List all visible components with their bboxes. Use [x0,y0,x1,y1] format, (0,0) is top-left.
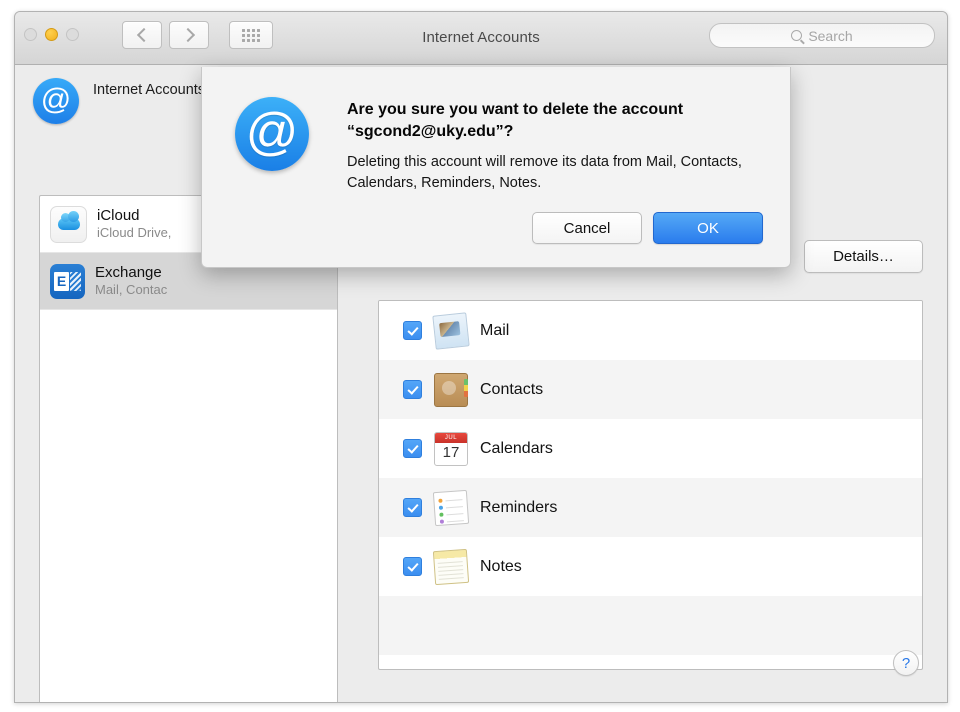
service-row-calendars[interactable]: JUL 17 Calendars [379,419,922,478]
dialog-title: Are you sure you want to delete the acco… [347,101,684,140]
service-row-empty [379,596,922,655]
service-label: Mail [480,321,510,339]
details-button[interactable]: Details… [804,240,923,273]
service-row-reminders[interactable]: Reminders [379,478,922,537]
reminders-icon [432,489,470,526]
dialog-message: Deleting this account will remove its da… [347,154,742,191]
dialog-at-icon: @ [235,97,309,171]
ok-button[interactable]: OK [653,212,763,244]
calendar-month: JUL [435,432,467,443]
contacts-icon [434,372,468,407]
window-titlebar: Internet Accounts Search [15,12,947,65]
checkbox-contacts[interactable] [403,380,422,399]
account-subtitle: iCloud Drive, [97,225,172,240]
checkbox-reminders[interactable] [403,498,422,517]
notes-icon [432,548,470,585]
screen: Internet Accounts Search @ Internet Acco… [0,0,960,712]
service-label: Calendars [480,439,553,457]
system-preferences-window: Internet Accounts Search @ Internet Acco… [14,11,948,703]
search-icon [791,30,803,41]
at-icon: @ [33,78,79,124]
service-label: Contacts [480,380,544,398]
delete-account-dialog: @ Are you sure you want to delete the ac… [201,67,791,268]
account-name: Exchange [95,264,162,281]
calendar-icon: JUL 17 [434,431,468,466]
cancel-button[interactable]: Cancel [532,212,642,244]
service-row-notes[interactable]: Notes [379,537,922,596]
search-field[interactable]: Search [709,23,935,48]
account-name: iCloud [97,207,140,224]
calendar-day: 17 [442,443,460,461]
account-text: iCloud iCloud Drive, [97,207,171,241]
checkbox-calendars[interactable] [403,439,422,458]
service-row-contacts[interactable]: Contacts [379,360,922,419]
service-row-mail[interactable]: Mail [379,301,922,360]
account-text: Exchange Mail, Contac [95,264,167,298]
checkbox-mail[interactable] [403,321,422,340]
help-button[interactable]: ? [893,650,919,676]
mail-icon [432,311,470,350]
service-label: Notes [480,557,522,575]
accounts-list[interactable]: iCloud iCloud Drive, E Exchange Mail, Co… [39,195,338,702]
account-subtitle: Mail, Contac [95,282,168,297]
search-placeholder: Search [808,27,853,44]
checkbox-notes[interactable] [403,557,422,576]
dialog-buttons: Cancel OK [532,212,763,244]
service-label: Reminders [480,498,558,516]
icloud-icon [50,205,87,243]
services-list: Mail Contacts JUL 17 Calendars Reminders… [378,300,923,670]
exchange-icon: E [50,263,85,299]
